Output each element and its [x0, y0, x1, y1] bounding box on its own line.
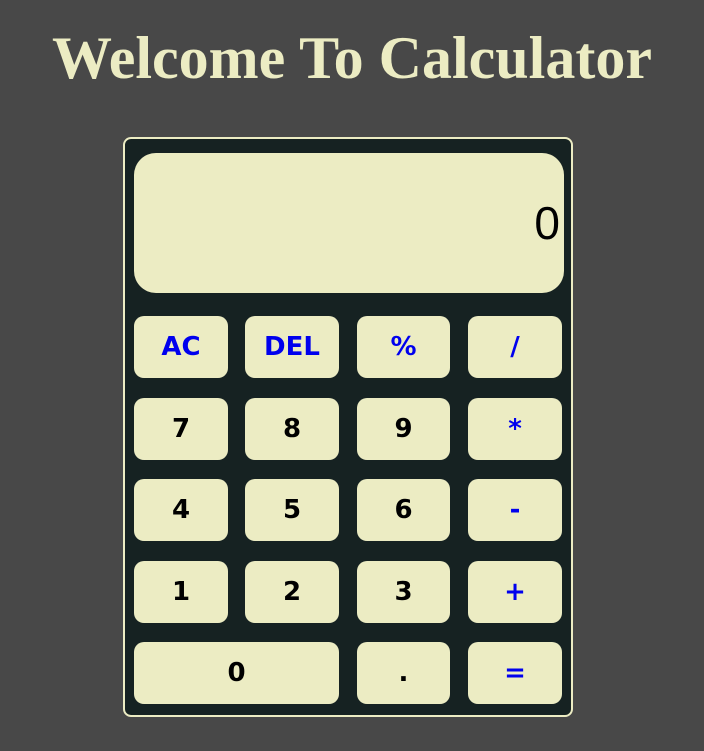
digit-8-button[interactable]: 8 [245, 398, 339, 460]
page-title: Welcome To Calculator [52, 25, 652, 91]
divide-button[interactable]: / [468, 316, 562, 378]
calculator-page: Welcome To Calculator 0 AC DEL % / 7 8 9… [0, 0, 704, 751]
digit-5-button[interactable]: 5 [245, 479, 339, 541]
digit-2-button[interactable]: 2 [245, 561, 339, 623]
calculator-body: 0 AC DEL % / 7 8 9 * 4 5 6 - 1 2 3 + 0 .… [123, 137, 573, 717]
decimal-button[interactable]: . [357, 642, 450, 704]
plus-button[interactable]: + [468, 561, 562, 623]
display-value: 0 [534, 197, 560, 249]
digit-6-button[interactable]: 6 [357, 479, 450, 541]
digit-3-button[interactable]: 3 [357, 561, 450, 623]
percent-button[interactable]: % [357, 316, 450, 378]
delete-button[interactable]: DEL [245, 316, 339, 378]
minus-button[interactable]: - [468, 479, 562, 541]
digit-1-button[interactable]: 1 [134, 561, 228, 623]
multiply-button[interactable]: * [468, 398, 562, 460]
digit-4-button[interactable]: 4 [134, 479, 228, 541]
digit-0-button[interactable]: 0 [134, 642, 339, 704]
digit-7-button[interactable]: 7 [134, 398, 228, 460]
digit-9-button[interactable]: 9 [357, 398, 450, 460]
ac-button[interactable]: AC [134, 316, 228, 378]
equals-button[interactable]: = [468, 642, 562, 704]
calculator-display: 0 [134, 153, 564, 293]
